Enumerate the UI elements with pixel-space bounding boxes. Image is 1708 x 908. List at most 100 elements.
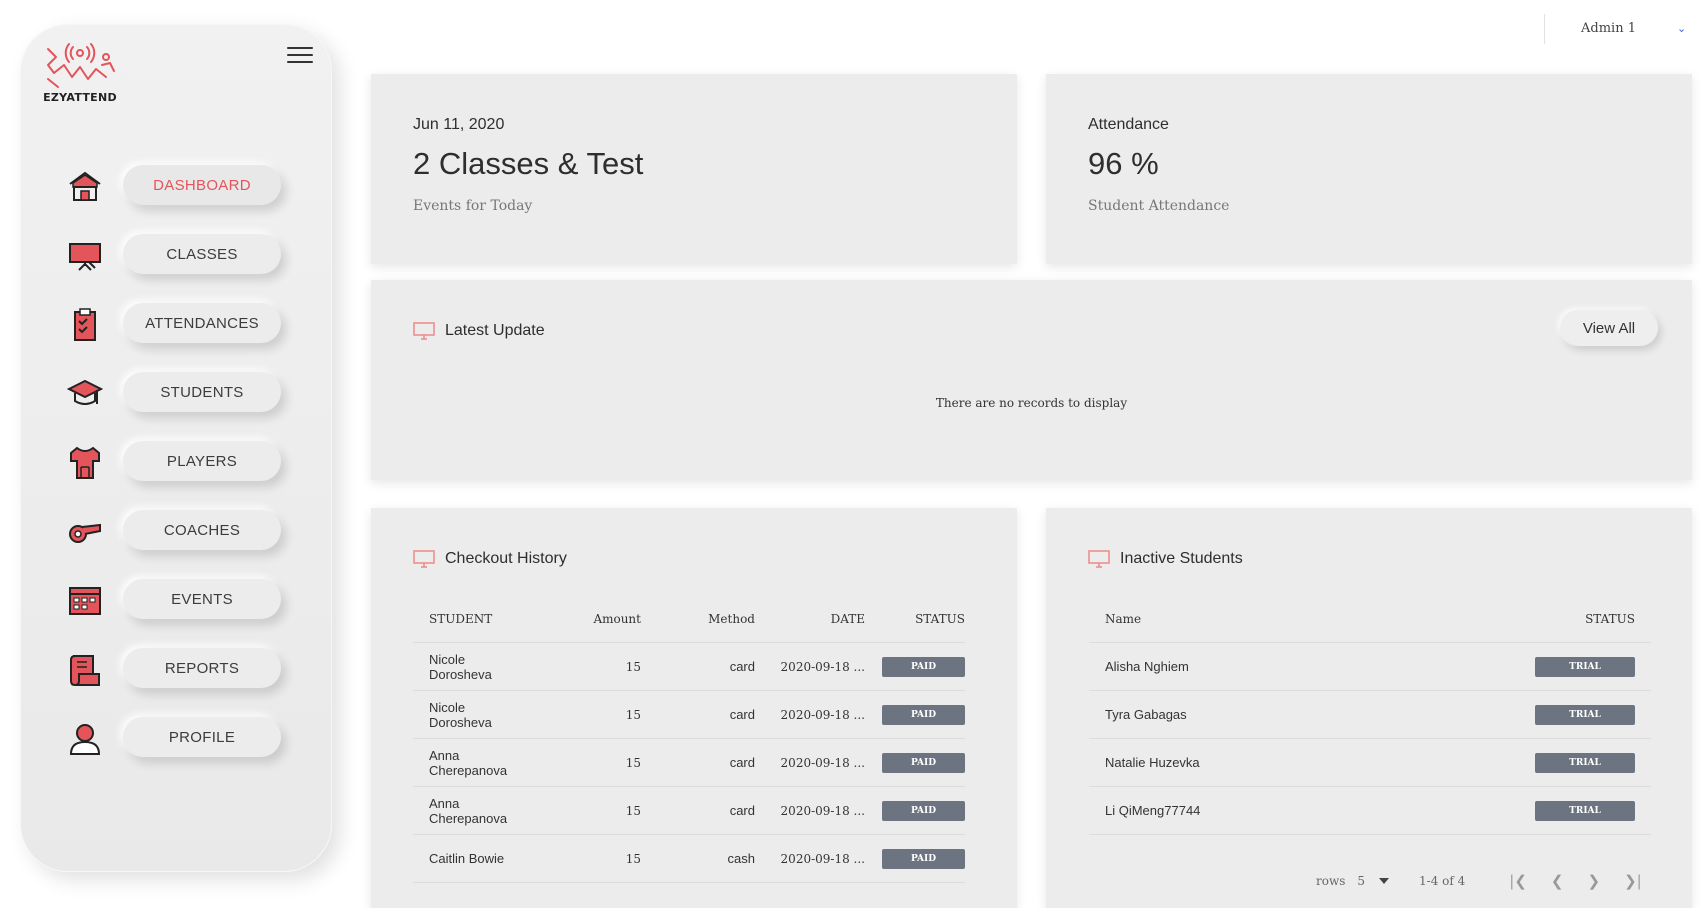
- table-row[interactable]: Tyra Gabagas TRIAL: [1089, 690, 1651, 739]
- attendance-card: Attendance 96 % Student Attendance: [1046, 74, 1692, 264]
- column-header-method[interactable]: Method: [641, 596, 755, 643]
- amount-cell: 15: [549, 834, 641, 883]
- sidebar-item-coaches[interactable]: COACHES: [21, 504, 331, 573]
- checkout-history-card: Checkout History STUDENT Amount Method D…: [371, 508, 1017, 908]
- status-badge: PAID: [882, 848, 965, 869]
- user-name[interactable]: Admin 1: [1581, 21, 1636, 36]
- sidebar-item-classes[interactable]: CLASSES: [21, 228, 331, 297]
- inactive-students-header: Inactive Students: [1088, 548, 1243, 570]
- sidebar-item-events[interactable]: EVENTS: [21, 573, 331, 642]
- date-cell: 2020-09-18 ...: [755, 738, 865, 787]
- student-first: Caitlin Bowie: [429, 851, 505, 866]
- menu-toggle-icon[interactable]: [287, 47, 313, 67]
- attendance-label: Attendance: [1088, 116, 1169, 133]
- student-name: Natalie Huzevka: [1089, 738, 1365, 787]
- table-row[interactable]: Li QiMeng77744 TRIAL: [1089, 786, 1651, 835]
- latest-update-header: Latest Update: [413, 320, 545, 342]
- attendance-subtitle: Student Attendance: [1088, 198, 1230, 214]
- sidebar-item-coaches-label[interactable]: COACHES: [123, 510, 281, 550]
- column-header-amount[interactable]: Amount: [549, 596, 641, 643]
- attendance-value: 96 %: [1088, 146, 1159, 181]
- last-page-icon[interactable]: ❯|: [1624, 872, 1642, 890]
- sidebar-item-players-label[interactable]: PLAYERS: [123, 441, 281, 481]
- sidebar-item-events-label[interactable]: EVENTS: [123, 579, 281, 619]
- table-row[interactable]: Anna Cherepanova 15 card 2020-09-18 ... P…: [413, 786, 965, 835]
- sidebar-item-attendances[interactable]: ATTENDANCES: [21, 297, 331, 366]
- whiteboard-icon: [69, 243, 101, 271]
- amount-cell: 15: [549, 738, 641, 787]
- house-icon: [69, 171, 101, 201]
- status-cell: TRIAL: [1364, 786, 1651, 835]
- next-page-icon[interactable]: ❯: [1588, 872, 1601, 890]
- column-header-student[interactable]: STUDENT: [413, 596, 549, 643]
- status-cell: PAID: [865, 834, 965, 883]
- status-badge: PAID: [882, 656, 965, 677]
- status-badge: PAID: [882, 800, 965, 821]
- table-row[interactable]: Caitlin Bowie 15 cash 2020-09-18 ... PAI…: [413, 834, 965, 883]
- empty-state-text: There are no records to display: [935, 396, 1128, 410]
- status-cell: PAID: [865, 642, 965, 691]
- sidebar-item-players[interactable]: PLAYERS: [21, 435, 331, 504]
- calendar-board-icon: [69, 587, 101, 615]
- prev-page-icon[interactable]: ❮: [1551, 872, 1564, 890]
- table-row[interactable]: Alisha Nghiem TRIAL: [1089, 642, 1651, 691]
- status-cell: TRIAL: [1364, 738, 1651, 787]
- student-name: Nicole Dorosheva: [413, 690, 549, 739]
- sidebar-item-students-label[interactable]: STUDENTS: [123, 372, 281, 412]
- column-header-status[interactable]: STATUS: [1364, 596, 1651, 643]
- sidebar-nav: DASHBOARD CLASSES ATTENDANCES STUDENTS P…: [21, 159, 331, 780]
- table-row[interactable]: Natalie Huzevka TRIAL: [1089, 738, 1651, 787]
- student-name: Alisha Nghiem: [1089, 642, 1365, 691]
- status-badge: TRIAL: [1535, 800, 1635, 821]
- page-range: 1-4 of 4: [1419, 874, 1466, 888]
- student-last: Dorosheva: [429, 666, 492, 682]
- sidebar-item-attendances-label[interactable]: ATTENDANCES: [123, 303, 281, 343]
- checkout-history-title: Checkout History: [445, 550, 567, 567]
- sidebar-item-reports[interactable]: REPORTS: [21, 642, 331, 711]
- date-cell: 2020-09-18 ...: [755, 642, 865, 691]
- table-row[interactable]: Nicole Dorosheva 15 card 2020-09-18 ... P…: [413, 642, 965, 691]
- table-row[interactable]: Nicole Dorosheva 15 card 2020-09-18 ... P…: [413, 690, 965, 739]
- column-header-date[interactable]: DATE: [755, 596, 865, 643]
- brand-logo[interactable]: EZYATTEND: [39, 43, 121, 127]
- sidebar-item-students[interactable]: STUDENTS: [21, 366, 331, 435]
- status-badge: TRIAL: [1535, 752, 1635, 773]
- events-subtitle: Events for Today: [413, 198, 533, 214]
- sidebar-item-reports-label[interactable]: REPORTS: [123, 648, 281, 688]
- sidebar-item-classes-label[interactable]: CLASSES: [123, 234, 281, 274]
- status-cell: TRIAL: [1364, 690, 1651, 739]
- student-name: Tyra Gabagas: [1089, 690, 1365, 739]
- checkout-table: STUDENT Amount Method DATE STATUS Nicole…: [413, 596, 965, 883]
- sidebar: EZYATTEND DASHBOARD CLASSES ATTENDANCES …: [20, 24, 332, 872]
- monitor-icon: [413, 550, 435, 568]
- column-header-status[interactable]: STATUS: [865, 596, 965, 643]
- chevron-down-icon[interactable]: ⌄: [1677, 22, 1686, 35]
- student-last: Cherepanova: [429, 810, 508, 826]
- events-date: Jun 11, 2020: [413, 116, 505, 133]
- table-header-row: Name STATUS: [1089, 596, 1651, 643]
- status-badge: TRIAL: [1535, 704, 1635, 725]
- student-name: Caitlin Bowie: [413, 834, 549, 883]
- inactive-students-title: Inactive Students: [1120, 550, 1243, 567]
- logo-text: EZYATTEND: [43, 91, 117, 104]
- rows-per-page-value: 5: [1357, 874, 1366, 888]
- student-first: Anna: [429, 747, 460, 763]
- latest-update-title: Latest Update: [445, 322, 545, 339]
- view-all-button[interactable]: View All: [1560, 310, 1658, 346]
- sidebar-item-dashboard-label[interactable]: DASHBOARD: [123, 165, 281, 205]
- clipboard-check-icon: [74, 308, 96, 341]
- first-page-icon[interactable]: |❮: [1509, 872, 1527, 890]
- table-row[interactable]: Anna Cherepanova 15 card 2020-09-18 ... P…: [413, 738, 965, 787]
- whistle-icon: [69, 523, 101, 543]
- method-cell: cash: [641, 834, 755, 883]
- jersey-icon: [70, 446, 100, 479]
- sidebar-item-profile[interactable]: PROFILE: [21, 711, 331, 780]
- table-header-row: STUDENT Amount Method DATE STATUS: [413, 596, 965, 643]
- status-cell: PAID: [865, 738, 965, 787]
- rows-per-page-select[interactable]: 5: [1357, 874, 1390, 888]
- sidebar-item-profile-label[interactable]: PROFILE: [123, 717, 281, 757]
- column-header-name[interactable]: Name: [1089, 596, 1365, 643]
- date-cell: 2020-09-18 ...: [755, 834, 865, 883]
- sidebar-item-dashboard[interactable]: DASHBOARD: [21, 159, 331, 228]
- user-menu[interactable]: Admin 1 ⌄: [1544, 14, 1708, 44]
